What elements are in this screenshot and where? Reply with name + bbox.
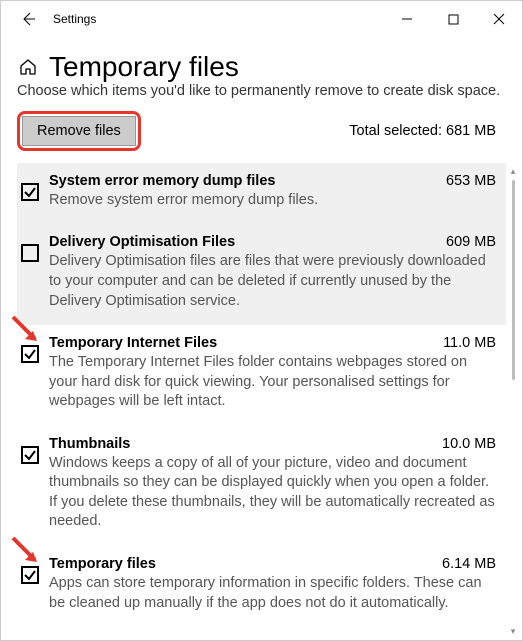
minimize-button[interactable] <box>384 1 430 37</box>
item-title: Thumbnails <box>49 436 130 452</box>
list-item[interactable]: Delivery Optimisation Files 609 MB Deliver… <box>17 224 506 325</box>
list-item[interactable]: Temporary files 6.14 MB Apps can store tem… <box>17 546 506 627</box>
checkbox[interactable] <box>21 566 39 584</box>
item-size: 609 MB <box>446 234 496 250</box>
close-button[interactable] <box>476 1 522 37</box>
list-item[interactable]: Temporary Internet Files 11.0 MB The Tempo… <box>17 325 506 426</box>
item-description: Windows keeps a copy of all of your pict… <box>49 454 496 532</box>
page-title: Temporary files <box>49 51 239 83</box>
checkbox[interactable] <box>21 345 39 363</box>
item-body: Temporary files 6.14 MB Apps can store tem… <box>49 556 496 613</box>
titlebar: Settings <box>1 1 522 37</box>
item-size: 653 MB <box>446 173 496 189</box>
scroll-up-icon[interactable]: ▴ <box>508 166 518 176</box>
item-description: Apps can store temporary information in … <box>49 574 496 613</box>
item-size: 10.0 MB <box>442 436 496 452</box>
scroll-down-icon[interactable]: ▾ <box>508 626 518 636</box>
intro-text: Choose which items you'd like to permane… <box>17 82 506 101</box>
item-title: Temporary Internet Files <box>49 335 217 351</box>
checkbox[interactable] <box>21 446 39 464</box>
total-selected-label: Total selected: 681 MB <box>349 123 506 139</box>
remove-files-button[interactable]: Remove files <box>22 116 136 146</box>
checkbox[interactable] <box>21 183 39 201</box>
item-body: Thumbnails 10.0 MB Windows keeps a copy of… <box>49 436 496 532</box>
scroll-thumb[interactable] <box>512 180 515 380</box>
item-body: Delivery Optimisation Files 609 MB Deliver… <box>49 234 496 311</box>
item-body: Temporary Internet Files 11.0 MB The Tempo… <box>49 335 496 412</box>
window-controls <box>384 1 522 37</box>
item-description: Remove system error memory dump files. <box>49 191 496 211</box>
item-title: Temporary files <box>49 556 156 572</box>
checkbox[interactable] <box>21 244 39 262</box>
back-button[interactable] <box>9 1 47 37</box>
items-list: System error memory dump files 653 MB Remo… <box>17 163 506 627</box>
item-description: The Temporary Internet Files folder cont… <box>49 353 496 412</box>
list-item[interactable]: System error memory dump files 653 MB Remo… <box>17 163 506 225</box>
list-item[interactable]: Thumbnails 10.0 MB Windows keeps a copy of… <box>17 426 506 546</box>
remove-button-highlight: Remove files <box>17 111 141 151</box>
home-icon[interactable] <box>17 56 39 78</box>
item-description: Delivery Optimisation files are files th… <box>49 252 496 311</box>
item-size: 11.0 MB <box>443 335 496 351</box>
item-title: System error memory dump files <box>49 173 275 189</box>
item-size: 6.14 MB <box>442 556 496 572</box>
item-title: Delivery Optimisation Files <box>49 234 235 250</box>
maximize-button[interactable] <box>430 1 476 37</box>
window-title: Settings <box>53 12 96 26</box>
scrollbar[interactable]: ▴ ▾ <box>506 166 520 636</box>
item-body: System error memory dump files 653 MB Remo… <box>49 173 496 211</box>
